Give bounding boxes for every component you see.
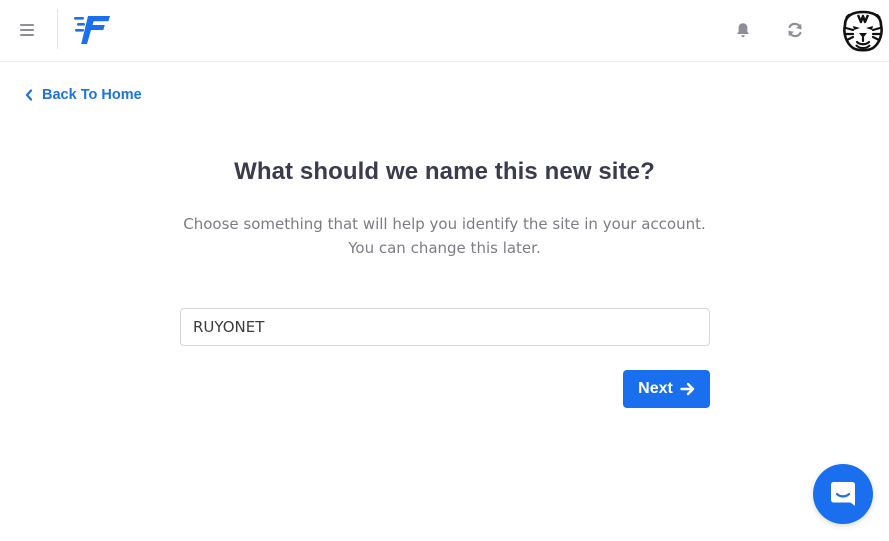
app-root: Back To Home What should we name this ne…: [0, 0, 889, 541]
subtitle-line-2: You can change this later.: [348, 239, 541, 257]
top-bar: [0, 0, 889, 62]
next-button[interactable]: Next: [623, 370, 710, 408]
brand-logo-icon: [74, 16, 110, 44]
user-avatar[interactable]: [840, 9, 886, 53]
page-subtitle: Choose something that will help you iden…: [0, 212, 889, 260]
refresh-icon: [788, 22, 802, 38]
back-to-home-link[interactable]: Back To Home: [24, 86, 142, 104]
back-to-home-label: Back To Home: [42, 87, 142, 103]
chat-launcher-button[interactable]: [813, 464, 873, 524]
subtitle-line-1: Choose something that will help you iden…: [183, 215, 706, 233]
chat-bubble-icon: [831, 482, 855, 506]
topbar-divider: [57, 9, 58, 49]
brand-logo[interactable]: [72, 14, 112, 46]
refresh-button[interactable]: [781, 16, 809, 44]
site-name-input[interactable]: [180, 308, 710, 346]
next-button-label: Next: [638, 380, 673, 397]
page-title: What should we name this new site?: [234, 158, 655, 185]
menu-button[interactable]: [13, 16, 41, 44]
hamburger-icon: [20, 24, 34, 36]
tiger-avatar-icon: [842, 10, 884, 52]
notifications-button[interactable]: [729, 16, 757, 44]
arrow-right-icon: [680, 382, 695, 396]
bell-icon: [737, 22, 749, 37]
chevron-left-icon: [25, 89, 33, 101]
